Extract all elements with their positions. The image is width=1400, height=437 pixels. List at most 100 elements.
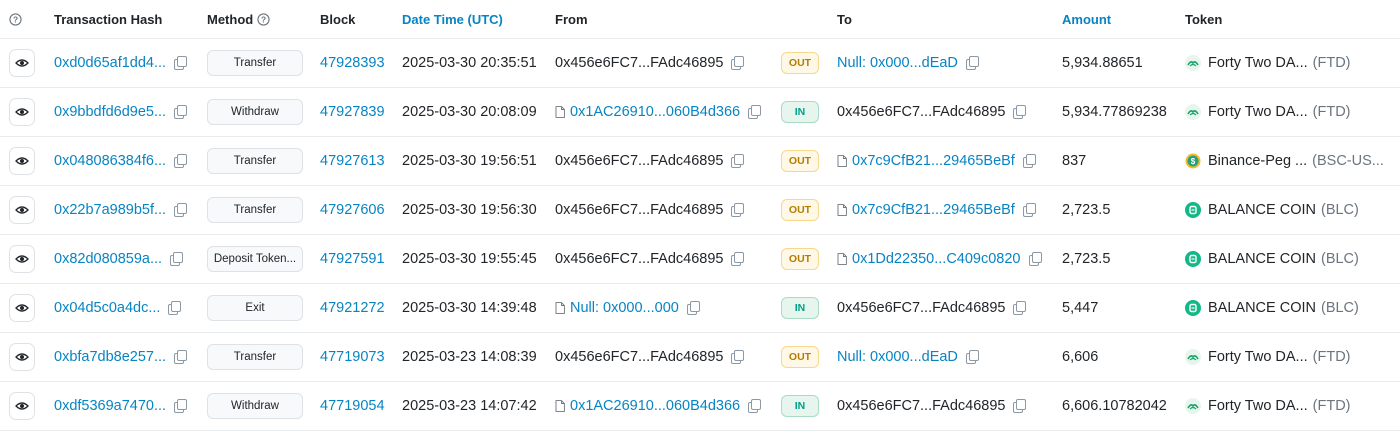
eye-icon — [15, 157, 29, 165]
copy-icon[interactable] — [174, 154, 188, 168]
from-cell: 0x456e6FC7...FAdc46895 — [555, 39, 775, 87]
preview-button[interactable] — [9, 245, 35, 273]
block-link[interactable]: 47927613 — [320, 153, 385, 169]
block-cell: 47927839 — [320, 88, 395, 136]
copy-icon[interactable] — [686, 301, 700, 315]
tx-hash-link[interactable]: 0xdf5369a7470... — [54, 398, 166, 414]
token-cell[interactable]: Forty Two DA... (FTD) — [1185, 333, 1400, 381]
tx-hash-link[interactable]: 0x22b7a989b5f... — [54, 202, 166, 218]
preview-button[interactable] — [9, 49, 35, 77]
copy-icon[interactable] — [1013, 301, 1027, 315]
block-link[interactable]: 47719073 — [320, 349, 385, 365]
token-symbol: (FTD) — [1312, 398, 1351, 414]
from-address[interactable]: 0x1AC26910...060B4d366 — [570, 398, 740, 414]
to-address[interactable]: Null: 0x000...dEaD — [837, 349, 958, 365]
hash-cell: 0x04d5c0a4dc... — [54, 284, 199, 332]
tx-hash-link[interactable]: 0xd0d65af1dd4... — [54, 55, 166, 71]
tx-hash-link[interactable]: 0x82d080859a... — [54, 251, 162, 267]
token-name-link[interactable]: Forty Two DA... — [1208, 398, 1308, 414]
copy-icon[interactable] — [731, 203, 745, 217]
tx-hash-link[interactable]: 0x04d5c0a4dc... — [54, 300, 160, 316]
hash-cell: 0xd0d65af1dd4... — [54, 39, 199, 87]
token-cell[interactable]: BALANCE COIN (BLC) — [1185, 284, 1400, 332]
token-name-link[interactable]: Binance-Peg ... — [1208, 153, 1307, 169]
copy-icon[interactable] — [731, 350, 745, 364]
block-link[interactable]: 47927606 — [320, 202, 385, 218]
header-date-sortable[interactable]: Date Time (UTC) — [402, 0, 552, 38]
preview-button[interactable] — [9, 147, 35, 175]
copy-icon[interactable] — [168, 301, 182, 315]
from-address: 0x456e6FC7...FAdc46895 — [555, 349, 724, 365]
question-circle-icon[interactable]: ? — [9, 12, 22, 26]
table-row: 0xd0d65af1dd4... Transfer 47928393 2025-… — [0, 39, 1400, 88]
copy-icon[interactable] — [174, 350, 188, 364]
block-link[interactable]: 47927839 — [320, 104, 385, 120]
block-link[interactable]: 47928393 — [320, 55, 385, 71]
token-name-link[interactable]: BALANCE COIN — [1208, 202, 1316, 218]
to-address[interactable]: 0x7c9CfB21...29465BeBf — [852, 202, 1015, 218]
copy-icon[interactable] — [731, 252, 745, 266]
copy-icon[interactable] — [1028, 252, 1042, 266]
date-cell: 2025-03-30 19:56:30 — [402, 202, 537, 218]
copy-icon[interactable] — [174, 399, 188, 413]
copy-icon[interactable] — [1022, 203, 1036, 217]
eye-icon — [15, 402, 29, 410]
copy-icon[interactable] — [748, 105, 762, 119]
preview-button[interactable] — [9, 294, 35, 322]
copy-icon[interactable] — [1022, 154, 1036, 168]
copy-icon[interactable] — [965, 56, 979, 70]
from-address[interactable]: 0x1AC26910...060B4d366 — [570, 104, 740, 120]
copy-icon[interactable] — [174, 105, 188, 119]
token-cell[interactable]: $ Binance-Peg ... (BSC-US... — [1185, 137, 1400, 185]
svg-text:?: ? — [13, 14, 18, 24]
from-address[interactable]: Null: 0x000...000 — [570, 300, 679, 316]
contract-doc-icon — [555, 400, 565, 412]
amount-cell: 6,606.10782042 — [1062, 398, 1167, 414]
tx-hash-link[interactable]: 0x048086384f6... — [54, 153, 166, 169]
block-link[interactable]: 47927591 — [320, 251, 385, 267]
direction-badge: IN — [781, 101, 819, 123]
token-name-link[interactable]: BALANCE COIN — [1208, 251, 1316, 267]
copy-icon[interactable] — [965, 350, 979, 364]
question-circle-icon[interactable]: ? — [257, 12, 270, 26]
header-info[interactable]: ? — [9, 0, 39, 38]
block-cell: 47927606 — [320, 186, 395, 234]
token-name-link[interactable]: Forty Two DA... — [1208, 349, 1308, 365]
direction-badge: OUT — [781, 346, 819, 368]
token-name-link[interactable]: BALANCE COIN — [1208, 300, 1316, 316]
block-link[interactable]: 47719054 — [320, 398, 385, 414]
copy-icon[interactable] — [748, 399, 762, 413]
header-amount-sortable[interactable]: Amount — [1062, 0, 1177, 38]
token-symbol: (FTD) — [1312, 104, 1351, 120]
blc-icon — [1185, 251, 1201, 267]
token-cell[interactable]: Forty Two DA... (FTD) — [1185, 88, 1400, 136]
copy-icon[interactable] — [1013, 399, 1027, 413]
token-name-link[interactable]: Forty Two DA... — [1208, 55, 1308, 71]
transactions-table: ? Transaction Hash Method ? Block Date T… — [0, 0, 1400, 431]
token-cell[interactable]: Forty Two DA... (FTD) — [1185, 382, 1400, 430]
token-cell[interactable]: BALANCE COIN (BLC) — [1185, 235, 1400, 283]
method-badge: Withdraw — [207, 393, 303, 419]
copy-icon[interactable] — [170, 252, 184, 266]
to-address[interactable]: 0x7c9CfB21...29465BeBf — [852, 153, 1015, 169]
copy-icon[interactable] — [1013, 105, 1027, 119]
to-address[interactable]: Null: 0x000...dEaD — [837, 55, 958, 71]
token-name-link[interactable]: Forty Two DA... — [1208, 104, 1308, 120]
token-cell[interactable]: Forty Two DA... (FTD) — [1185, 39, 1400, 87]
copy-icon[interactable] — [731, 154, 745, 168]
preview-button[interactable] — [9, 343, 35, 371]
block-cell: 47927591 — [320, 235, 395, 283]
header-method: Method ? — [207, 0, 307, 38]
copy-icon[interactable] — [174, 203, 188, 217]
copy-icon[interactable] — [174, 56, 188, 70]
preview-button[interactable] — [9, 98, 35, 126]
preview-button[interactable] — [9, 196, 35, 224]
preview-cell — [9, 235, 39, 283]
block-link[interactable]: 47921272 — [320, 300, 385, 316]
copy-icon[interactable] — [731, 56, 745, 70]
preview-button[interactable] — [9, 392, 35, 420]
tx-hash-link[interactable]: 0x9bbdfd6d9e5... — [54, 104, 166, 120]
tx-hash-link[interactable]: 0xbfa7db8e257... — [54, 349, 166, 365]
to-address[interactable]: 0x1Dd22350...C409c0820 — [852, 251, 1021, 267]
token-cell[interactable]: BALANCE COIN (BLC) — [1185, 186, 1400, 234]
